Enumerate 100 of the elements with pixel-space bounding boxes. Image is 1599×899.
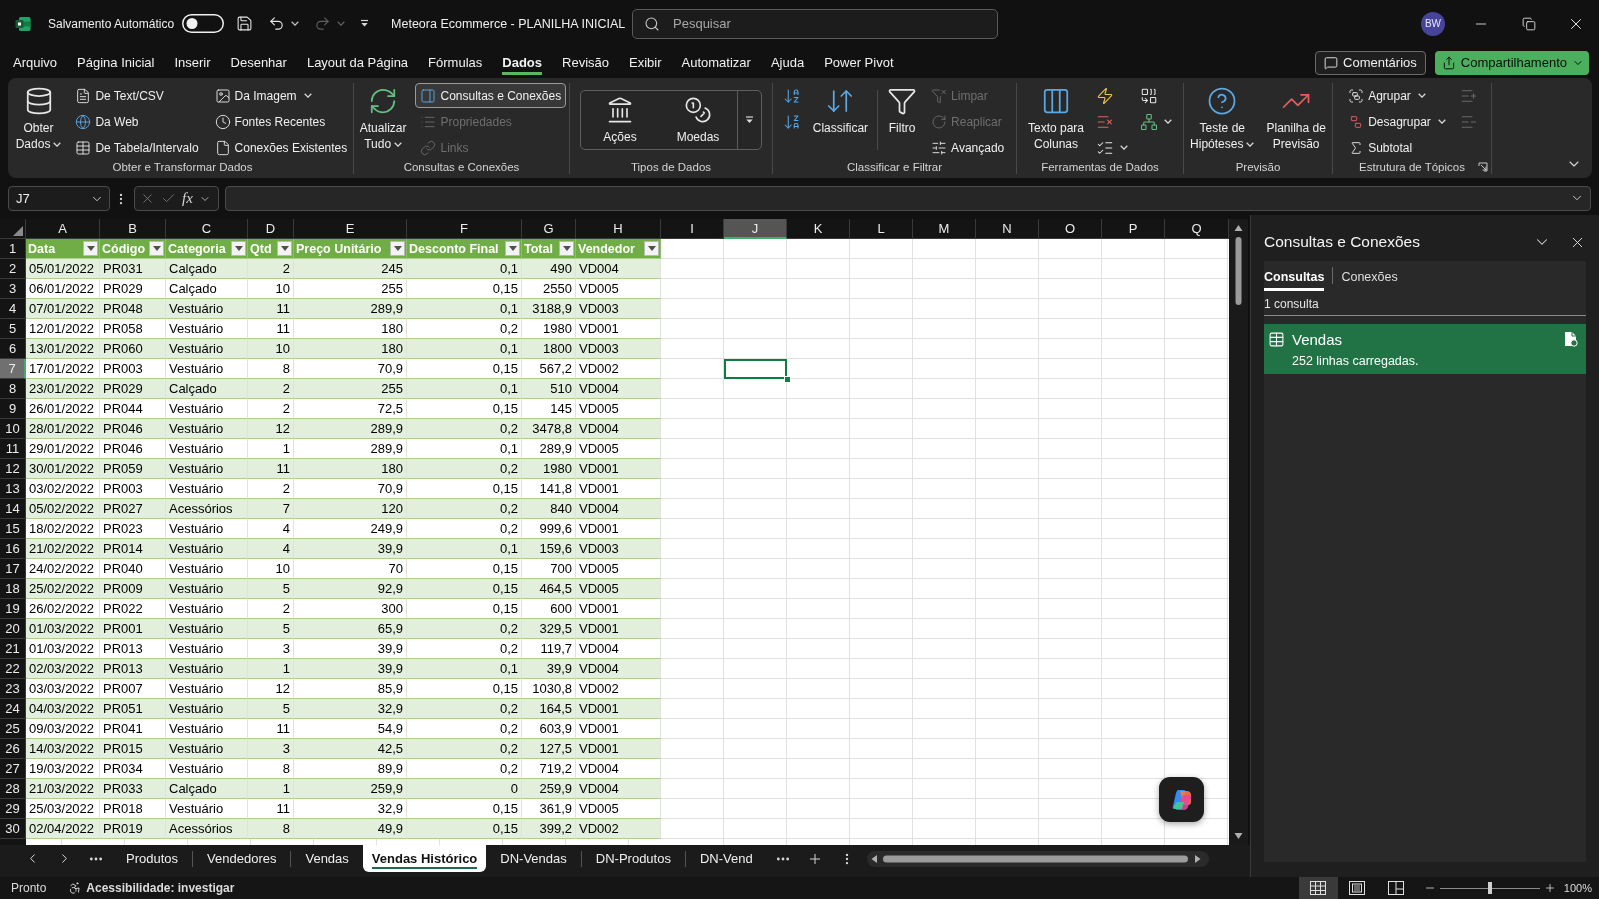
row-header[interactable]: 26 (0, 739, 26, 759)
pane-tab[interactable]: Conexões (1341, 263, 1398, 291)
ribbon-button[interactable]: Fontes Recentes (209, 109, 353, 134)
cancel-icon[interactable] (140, 191, 155, 206)
column-header[interactable]: D (248, 219, 294, 239)
ribbon-button[interactable]: Desagrupar (1343, 109, 1451, 134)
column-header[interactable]: J (724, 219, 787, 239)
dialog-launcher-icon[interactable] (1478, 162, 1488, 172)
view-button[interactable] (1298, 877, 1338, 899)
column-header[interactable]: C (166, 219, 248, 239)
ribbon-button[interactable]: Consultas e Conexões (415, 83, 567, 108)
search-field[interactable]: Pesquisar (632, 8, 998, 39)
row-header[interactable]: 4 (0, 299, 26, 319)
undo-icon[interactable] (268, 15, 286, 32)
row-header[interactable]: 14 (0, 499, 26, 519)
menu-tab[interactable]: Página Inicial (67, 47, 165, 78)
column-header[interactable]: N (976, 219, 1039, 239)
row-header[interactable]: 29 (0, 799, 26, 819)
sheet-tab[interactable]: Vendedores (193, 845, 291, 872)
row-header[interactable]: 11 (0, 439, 26, 459)
document-title[interactable]: Meteora Ecommerce - PLANILHA INICIAL (391, 16, 626, 31)
row-header[interactable]: 7 (0, 359, 26, 379)
row-header[interactable]: 28 (0, 779, 26, 799)
ribbon-button[interactable]: De Tabela/Intervalo (70, 135, 204, 160)
column-header[interactable]: H (576, 219, 661, 239)
customize-toolbar-icon[interactable] (360, 19, 370, 28)
row-header[interactable]: 25 (0, 719, 26, 739)
accessibility-icon[interactable] (68, 881, 83, 895)
row-header[interactable]: 16 (0, 539, 26, 559)
select-all-button[interactable] (0, 219, 26, 239)
row-header[interactable]: 10 (0, 419, 26, 439)
sheet-tab[interactable]: DN-Produtos (581, 845, 685, 872)
row-header[interactable]: 21 (0, 639, 26, 659)
row-header[interactable]: 1 (0, 239, 26, 259)
ribbon-button[interactable]: Filtro (884, 83, 921, 160)
insert-function-button[interactable]: fx (182, 190, 193, 207)
document-icon[interactable] (1564, 331, 1578, 347)
sheet-tab[interactable]: DN-Vend (685, 845, 767, 872)
column-header[interactable]: Q (1165, 219, 1229, 239)
name-box[interactable]: J7 (8, 186, 110, 211)
horizontal-scrollbar[interactable] (866, 851, 1209, 867)
zoom-in-icon[interactable] (1543, 882, 1556, 894)
filter-button[interactable] (559, 241, 574, 256)
sheet-tab[interactable]: Vendas (291, 845, 363, 872)
zoom-slider-thumb[interactable] (1487, 882, 1492, 894)
column-header[interactable]: O (1039, 219, 1102, 239)
menu-tab[interactable]: Inserir (164, 47, 221, 78)
column-header[interactable]: M (913, 219, 976, 239)
ribbon-button[interactable]: Da Web (70, 109, 204, 134)
sheet-tab[interactable]: Produtos (112, 845, 193, 872)
menu-tab[interactable]: Layout da Página (296, 47, 419, 78)
menu-tab[interactable]: Power Pivot (814, 47, 904, 78)
ribbon-button[interactable]: De Text/CSV (70, 83, 204, 108)
comments-button[interactable]: Comentários (1315, 50, 1426, 75)
filter-button[interactable] (644, 241, 659, 256)
gallery-option[interactable]: Ações (581, 91, 659, 149)
formula-input[interactable] (225, 186, 1591, 211)
filter-button[interactable] (231, 241, 246, 256)
column-header[interactable]: E (294, 219, 407, 239)
user-avatar[interactable]: BW (1421, 11, 1445, 36)
column-header[interactable]: L (850, 219, 913, 239)
row-header[interactable]: 9 (0, 399, 26, 419)
filter-button[interactable] (83, 241, 98, 256)
row-header[interactable]: 15 (0, 519, 26, 539)
column-header[interactable]: P (1102, 219, 1165, 239)
ribbon-button[interactable]: Subtotal (1343, 135, 1451, 160)
filter-button[interactable] (149, 241, 164, 256)
share-button[interactable]: Compartilhamento (1434, 50, 1589, 75)
row-header[interactable]: 5 (0, 319, 26, 339)
pane-tab[interactable]: Consultas (1264, 263, 1325, 291)
column-header[interactable]: A (26, 219, 100, 239)
ribbon-button[interactable]: Classificar (809, 83, 872, 160)
row-header[interactable]: 12 (0, 459, 26, 479)
accessibility-status[interactable]: Acessibilidade: investigar (86, 881, 235, 895)
row-header[interactable]: 18 (0, 579, 26, 599)
menu-tab[interactable]: Fórmulas (418, 47, 493, 78)
row-header[interactable]: 17 (0, 559, 26, 579)
restore-icon[interactable] (1522, 16, 1536, 31)
row-header[interactable]: 19 (0, 599, 26, 619)
fill-handle[interactable] (784, 376, 791, 383)
column-header[interactable]: B (100, 219, 166, 239)
menu-tab[interactable]: Desenhar (220, 47, 297, 78)
ribbon-button[interactable]: Da Imagem (209, 83, 353, 108)
ribbon-button[interactable]: Texto para Colunas (1024, 83, 1087, 160)
row-header[interactable]: 3 (0, 279, 26, 299)
row-header[interactable]: 13 (0, 479, 26, 499)
row-header[interactable]: 2 (0, 259, 26, 279)
menu-tab[interactable]: Ajuda (760, 47, 815, 78)
ribbon-button[interactable]: Teste de Hipóteses (1187, 83, 1258, 160)
row-header[interactable]: 8 (0, 379, 26, 399)
menu-tab[interactable]: Arquivo (3, 47, 68, 78)
row-header[interactable]: 23 (0, 679, 26, 699)
ribbon-button[interactable]: Avançado (926, 135, 1010, 160)
assistant-button[interactable] (1159, 777, 1204, 822)
vertical-scrollbar[interactable] (1229, 219, 1248, 845)
caret-icon[interactable] (291, 21, 300, 26)
row-header[interactable]: 30 (0, 819, 26, 839)
row-header[interactable]: 6 (0, 339, 26, 359)
column-header[interactable]: I (661, 219, 724, 239)
ribbon-button[interactable]: Conexões Existentes (209, 135, 353, 160)
